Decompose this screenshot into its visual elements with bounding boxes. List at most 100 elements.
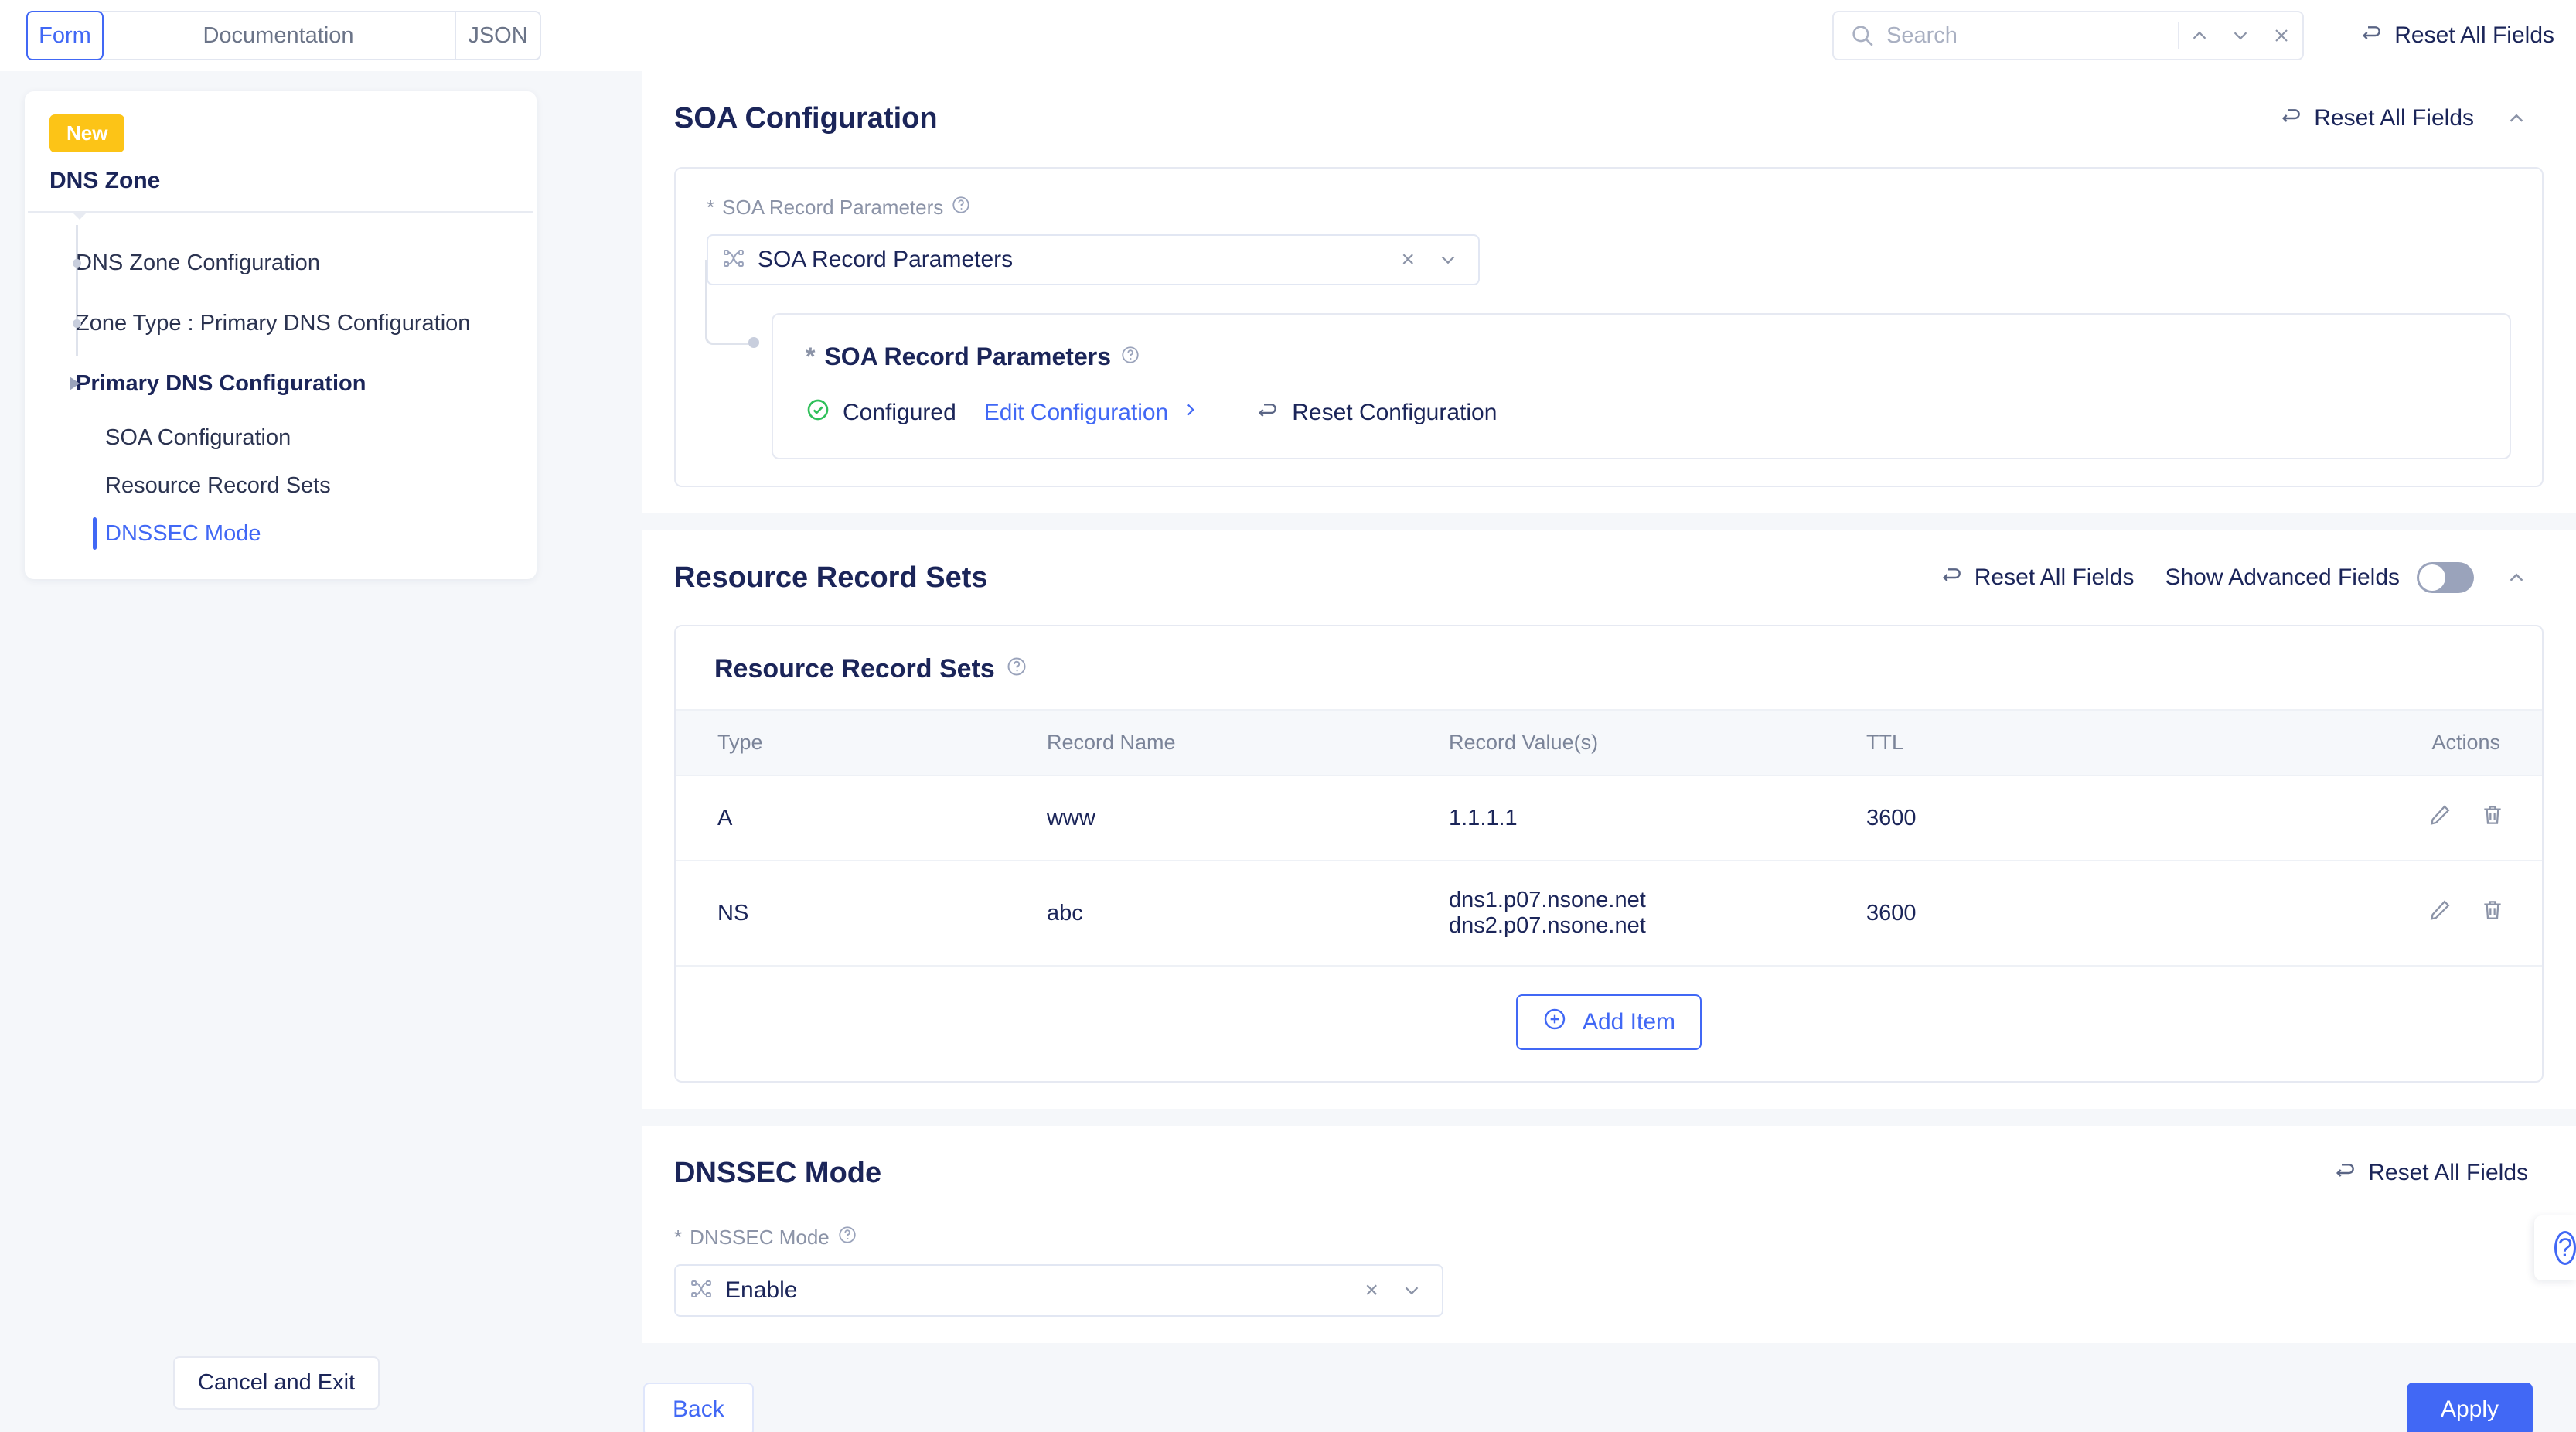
- dnssec-reset-all-fields-button[interactable]: Reset All Fields: [2332, 1158, 2528, 1188]
- sidebar-title: DNS Zone: [49, 168, 161, 193]
- soa-nested-label: * SOA Record Parameters: [806, 343, 2477, 371]
- soa-edit-configuration-label: Edit Configuration: [983, 400, 1169, 425]
- tab-form[interactable]: Form: [26, 11, 104, 60]
- soa-nested-label-text: SOA Record Parameters: [824, 343, 1111, 370]
- soa-inner-panel: * SOA Record Parameters SOA Record Param…: [674, 167, 2544, 487]
- rrs-reset-all-fields-button[interactable]: Reset All Fields: [1939, 562, 2134, 593]
- required-asterisk: *: [806, 343, 816, 370]
- table-body: A www 1.1.1.1 3600 NS abc dns1.p07.nsone…: [676, 776, 2542, 967]
- soa-collapse-chevron-up-icon[interactable]: [2505, 107, 2528, 130]
- sidebar-column: New DNS Zone DNS Zone Configuration Zone…: [0, 71, 642, 1432]
- chevron-right-icon: [1181, 400, 1201, 426]
- sidebar-subitem-label: SOA Configuration: [105, 424, 291, 450]
- dnssec-field-label: * DNSSEC Mode: [674, 1225, 2544, 1250]
- search-box[interactable]: [1832, 11, 2304, 60]
- search-next-button[interactable]: [2220, 14, 2261, 57]
- rrs-panel-title-text: Resource Record Sets: [714, 654, 995, 684]
- sidebar-item-primary-dns-configuration[interactable]: Primary DNS Configuration: [25, 353, 537, 414]
- resource-record-sets-table: Type Record Name Record Value(s) TTL Act…: [676, 709, 2542, 967]
- cell-actions: [2299, 861, 2542, 967]
- top-bar: Form Documentation JSON Search Reset All…: [0, 0, 2576, 71]
- back-button[interactable]: Back: [643, 1383, 754, 1432]
- sidebar-subitem-label: Resource Record Sets: [105, 472, 331, 498]
- show-advanced-fields-toggle[interactable]: [2417, 562, 2474, 593]
- dnssec-section-header: DNSSEC Mode Reset All Fields: [642, 1152, 2576, 1194]
- rrs-section-title: Resource Record Sets: [674, 561, 988, 594]
- cell-record-values: 1.1.1.1: [1449, 776, 1866, 861]
- search-input[interactable]: [1876, 22, 2178, 49]
- soa-select-chevron-down-icon[interactable]: [1436, 248, 1460, 271]
- rrs-collapse-chevron-up-icon[interactable]: [2505, 566, 2528, 589]
- column-header-type: Type: [676, 709, 1047, 776]
- apply-button[interactable]: Apply: [2406, 1383, 2533, 1432]
- soa-select-value: SOA Record Parameters: [758, 247, 1014, 272]
- cell-record-name: www: [1047, 776, 1449, 861]
- content-column: SOA Configuration Reset All Fields * SOA…: [642, 71, 2576, 1432]
- search-prev-button[interactable]: [2179, 14, 2220, 57]
- column-header-actions: Actions: [2299, 709, 2542, 776]
- soa-edit-configuration-link[interactable]: Edit Configuration: [984, 400, 1201, 426]
- help-side-tab[interactable]: ?: [2534, 1215, 2576, 1280]
- soa-reset-label: Reset All Fields: [2314, 105, 2474, 131]
- search-clear-icon[interactable]: [2261, 14, 2302, 57]
- sidebar-item-resource-record-sets[interactable]: Resource Record Sets: [25, 462, 537, 510]
- soa-record-parameters-select[interactable]: SOA Record Parameters ×: [707, 234, 1480, 285]
- reset-icon: [1939, 562, 1964, 593]
- sidebar-item-label: Zone Type : Primary DNS Configuration: [76, 310, 471, 336]
- tab-documentation[interactable]: Documentation: [102, 12, 456, 59]
- shuffle-icon: [690, 1277, 713, 1304]
- help-circle-icon[interactable]: [1006, 654, 1027, 684]
- add-item-button[interactable]: Add Item: [1515, 994, 1702, 1050]
- resource-record-sets-section: Resource Record Sets Reset All Fields Sh…: [642, 530, 2576, 1109]
- dnssec-mode-select[interactable]: Enable ×: [674, 1264, 1443, 1317]
- column-header-ttl: TTL: [1866, 709, 2299, 776]
- cancel-and-exit-button[interactable]: Cancel and Exit: [173, 1356, 380, 1410]
- dnssec-select-clear-icon[interactable]: ×: [1365, 1277, 1378, 1304]
- soa-select-clear-icon[interactable]: ×: [1401, 247, 1415, 273]
- page-body: New DNS Zone DNS Zone Configuration Zone…: [0, 71, 2576, 1432]
- cell-ttl: 3600: [1866, 776, 2299, 861]
- delete-row-trash-icon[interactable]: [2480, 898, 2505, 922]
- column-header-record-name: Record Name: [1047, 709, 1449, 776]
- soa-section-actions: Reset All Fields: [2278, 103, 2528, 134]
- reset-all-fields-top-button[interactable]: Reset All Fields: [2359, 20, 2554, 51]
- reset-icon: [2359, 20, 2383, 51]
- sidebar-item-dns-zone-configuration[interactable]: DNS Zone Configuration: [25, 233, 537, 293]
- rrs-section-header: Resource Record Sets Reset All Fields Sh…: [642, 557, 2576, 598]
- cell-type: A: [676, 776, 1047, 861]
- record-value: dns2.p07.nsone.net: [1449, 913, 1646, 938]
- help-question-icon: ?: [2554, 1231, 2576, 1265]
- reset-icon: [1255, 397, 1279, 428]
- sidebar-item-zone-type[interactable]: Zone Type : Primary DNS Configuration: [25, 293, 537, 353]
- search-icon: [1849, 22, 1876, 49]
- bullet-icon: [73, 258, 81, 268]
- show-advanced-fields-control: Show Advanced Fields: [2165, 562, 2474, 593]
- sidebar-tree: DNS Zone Configuration Zone Type : Prima…: [25, 213, 537, 557]
- delete-row-trash-icon[interactable]: [2480, 803, 2505, 827]
- rrs-section-actions: Reset All Fields Show Advanced Fields: [1939, 562, 2528, 593]
- table-header-row: Type Record Name Record Value(s) TTL Act…: [676, 709, 2542, 776]
- soa-section-header: SOA Configuration Reset All Fields: [642, 97, 2576, 139]
- dnssec-section-actions: Reset All Fields: [2332, 1158, 2528, 1188]
- dnssec-select-chevron-down-icon[interactable]: [1400, 1279, 1423, 1302]
- soa-status-label: Configured: [843, 400, 956, 425]
- help-circle-icon[interactable]: [951, 195, 971, 220]
- sidebar-subitem-label: DNSSEC Mode: [105, 520, 261, 546]
- sidebar-card: New DNS Zone DNS Zone Configuration Zone…: [25, 91, 537, 579]
- sidebar-item-label: DNS Zone Configuration: [76, 250, 320, 275]
- reset-icon: [2332, 1158, 2357, 1188]
- edit-row-pencil-icon[interactable]: [2428, 803, 2452, 827]
- soa-reset-configuration-button[interactable]: Reset Configuration: [1255, 397, 1497, 428]
- resource-record-sets-panel: Resource Record Sets Type Record Name Re…: [674, 625, 2544, 1083]
- sidebar-item-dnssec-mode[interactable]: DNSSEC Mode: [25, 510, 537, 557]
- help-circle-icon[interactable]: [1120, 343, 1140, 371]
- dnssec-field-label-text: DNSSEC Mode: [690, 1226, 830, 1249]
- cell-type: NS: [676, 861, 1047, 967]
- plus-circle-icon: [1542, 1007, 1567, 1038]
- tab-json[interactable]: JSON: [456, 12, 540, 59]
- edit-row-pencil-icon[interactable]: [2428, 898, 2452, 922]
- toggle-knob: [2419, 564, 2445, 591]
- help-circle-icon[interactable]: [837, 1225, 857, 1250]
- soa-reset-all-fields-button[interactable]: Reset All Fields: [2278, 103, 2474, 134]
- sidebar-item-soa-configuration[interactable]: SOA Configuration: [25, 414, 537, 462]
